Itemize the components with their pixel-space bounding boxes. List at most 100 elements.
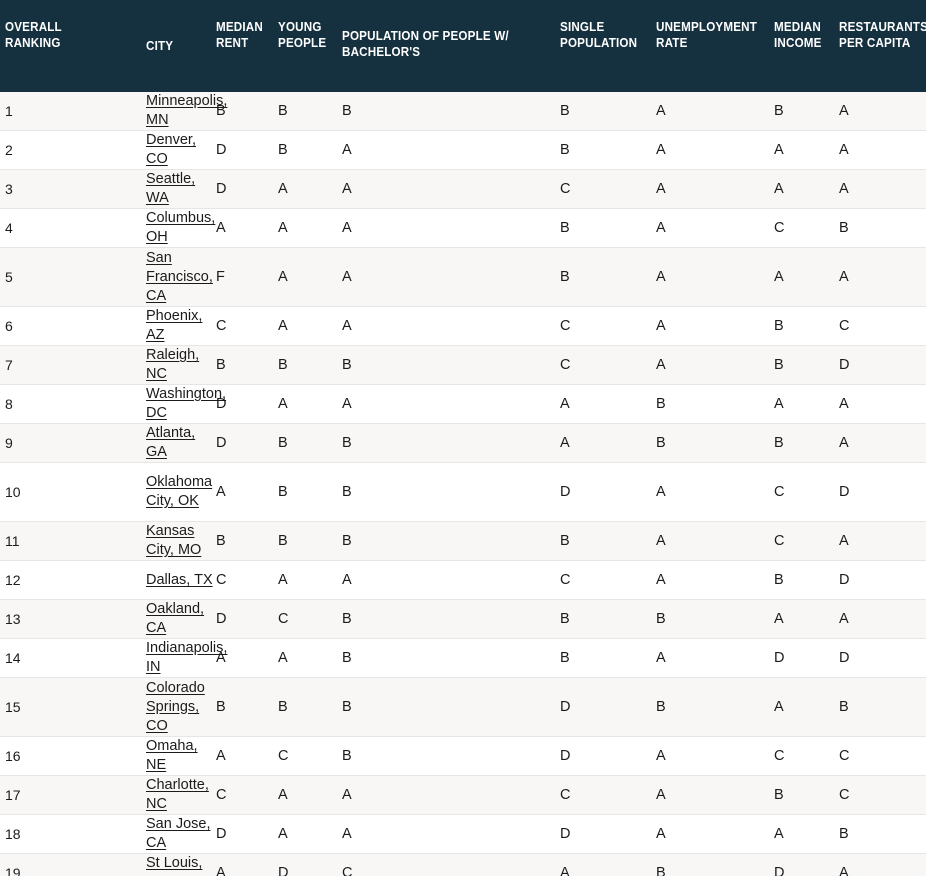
- cell-city: Raleigh, NC: [73, 346, 216, 385]
- cell-overall-ranking: 2: [5, 141, 13, 158]
- table-row[interactable]: 3 Seattle, WA D A A C A A A: [0, 169, 926, 209]
- cell-median-income: D: [774, 649, 785, 666]
- cell-unemployment-rate: A: [656, 219, 666, 236]
- cell-overall-ranking: 16: [5, 747, 21, 764]
- column-header-single-population-line2: POPULATION: [560, 36, 638, 50]
- cell-overall-ranking: 15: [5, 698, 21, 715]
- cell-overall-ranking: 3: [5, 180, 13, 197]
- city-link[interactable]: Oklahoma City, OK: [146, 474, 212, 509]
- cell-bachelors-population: A: [342, 395, 352, 412]
- cell-median-rent: A: [216, 747, 226, 764]
- table-header-row: OVERALL RANKING CITY MEDIAN RENT YOUNG P…: [0, 0, 926, 92]
- city-link[interactable]: Kansas City, MO: [146, 523, 201, 558]
- column-header-overall-ranking[interactable]: OVERALL RANKING: [0, 0, 73, 92]
- table-row[interactable]: 11 Kansas City, MO B B B B A C A: [0, 521, 926, 561]
- city-link[interactable]: Dallas, TX: [146, 572, 213, 588]
- column-header-single-population[interactable]: SINGLE POPULATION: [560, 0, 656, 92]
- cell-restaurants-per-capita: A: [839, 434, 849, 451]
- cell-unemployment-rate: A: [656, 747, 666, 764]
- cell-young-people: A: [278, 786, 288, 803]
- column-header-median-rent[interactable]: MEDIAN RENT: [216, 0, 278, 92]
- table-row[interactable]: 6 Phoenix, AZ C A A C A B C: [0, 306, 926, 346]
- cell-median-income: A: [774, 268, 784, 285]
- city-link[interactable]: Columbus, OH: [146, 210, 215, 245]
- cell-median-rent: A: [216, 483, 226, 500]
- cell-unemployment-rate: A: [656, 317, 666, 334]
- cell-median-rent: F: [216, 268, 225, 285]
- city-link[interactable]: Atlanta, GA: [146, 425, 195, 460]
- cell-young-people: A: [278, 571, 288, 588]
- table-row[interactable]: 9 Atlanta, GA D B B A B B A: [0, 423, 926, 463]
- table-row[interactable]: 19 St Louis, MO A D C A B D A: [0, 853, 926, 876]
- table-row[interactable]: 10 Oklahoma City, OK A B B D A C D: [0, 462, 926, 522]
- cell-single-population: C: [560, 356, 571, 373]
- cell-young-people: A: [278, 317, 288, 334]
- city-link[interactable]: St Louis, MO: [146, 855, 202, 876]
- column-header-median-rent-line2: RENT: [216, 36, 249, 50]
- column-header-restaurants-per-capita[interactable]: RESTAURANTS PER CAPITA: [839, 0, 926, 92]
- cell-restaurants-per-capita: A: [839, 102, 849, 119]
- cell-restaurants-per-capita: B: [839, 219, 849, 236]
- table-row[interactable]: 7 Raleigh, NC B B B C A B D: [0, 345, 926, 385]
- table-row[interactable]: 17 Charlotte, NC C A A C A B C: [0, 775, 926, 815]
- table-row[interactable]: 12 Dallas, TX C A A C A B D: [0, 560, 926, 600]
- table-row[interactable]: 5 San Francisco, CA F A A B A A A: [0, 247, 926, 307]
- cell-median-income: C: [774, 747, 785, 764]
- cell-overall-ranking: 5: [5, 268, 13, 285]
- table-row[interactable]: 14 Indianapolis, IN A A B B A D D: [0, 638, 926, 678]
- city-link[interactable]: San Jose, CA: [146, 816, 211, 851]
- column-header-median-income[interactable]: MEDIAN INCOME: [774, 0, 839, 92]
- city-link[interactable]: Phoenix, AZ: [146, 308, 202, 343]
- table-row[interactable]: 16 Omaha, NE A C B D A C C: [0, 736, 926, 776]
- city-link[interactable]: Denver, CO: [146, 132, 196, 167]
- city-link[interactable]: Oakland, CA: [146, 601, 204, 636]
- cell-unemployment-rate: A: [656, 825, 666, 842]
- cell-single-population: B: [560, 141, 570, 158]
- column-header-bachelors-population[interactable]: POPULATION OF PEOPLE W/ BACHELOR'S: [342, 0, 560, 92]
- cell-young-people: A: [278, 180, 288, 197]
- cell-bachelors-population: B: [342, 747, 352, 764]
- cell-city: Phoenix, AZ: [73, 307, 216, 346]
- table-row[interactable]: 8 Washington, DC D A A A B A A: [0, 384, 926, 424]
- cell-restaurants-per-capita: A: [839, 532, 849, 549]
- cell-single-population: A: [560, 864, 570, 876]
- cell-restaurants-per-capita: D: [839, 649, 850, 666]
- cell-city: San Francisco, CA: [73, 248, 216, 307]
- table-row[interactable]: 13 Oakland, CA D C B B B A A: [0, 599, 926, 639]
- cell-restaurants-per-capita: B: [839, 698, 849, 715]
- cell-bachelors-population: B: [342, 698, 352, 715]
- column-header-unemployment-rate[interactable]: UNEMPLOYMENT RATE: [656, 0, 774, 92]
- cell-unemployment-rate: A: [656, 141, 666, 158]
- cell-city: Seattle, WA: [73, 170, 216, 209]
- cell-median-income: B: [774, 102, 784, 119]
- cell-restaurants-per-capita: A: [839, 180, 849, 197]
- cell-city: Minneapolis, MN: [73, 92, 227, 131]
- city-link[interactable]: Seattle, WA: [146, 171, 195, 206]
- city-link[interactable]: Omaha, NE: [146, 738, 198, 773]
- table-row[interactable]: 2 Denver, CO D B A B A A A: [0, 130, 926, 170]
- cell-bachelors-population: B: [342, 102, 352, 119]
- cell-median-rent: A: [216, 864, 226, 876]
- cell-median-income: B: [774, 571, 784, 588]
- cell-median-income: A: [774, 180, 784, 197]
- city-link[interactable]: Charlotte, NC: [146, 777, 209, 812]
- column-header-city[interactable]: CITY: [73, 0, 216, 92]
- cell-bachelors-population: A: [342, 786, 352, 803]
- cell-single-population: C: [560, 571, 571, 588]
- table-row[interactable]: 4 Columbus, OH A A A B A C B: [0, 208, 926, 248]
- city-link[interactable]: San Francisco, CA: [146, 250, 213, 304]
- cell-median-rent: B: [216, 356, 226, 373]
- column-header-bachelors-population-text: POPULATION OF PEOPLE W/ BACHELOR'S: [342, 29, 509, 59]
- cell-young-people: A: [278, 268, 288, 285]
- cell-overall-ranking: 1: [5, 102, 13, 119]
- cell-bachelors-population: B: [342, 434, 352, 451]
- city-link[interactable]: Colorado Springs, CO: [146, 680, 205, 734]
- cell-median-rent: D: [216, 141, 227, 158]
- table-row[interactable]: 18 San Jose, CA D A A D A A B: [0, 814, 926, 854]
- column-header-young-people[interactable]: YOUNG PEOPLE: [278, 0, 342, 92]
- city-link[interactable]: Raleigh, NC: [146, 347, 199, 382]
- city-link[interactable]: Washington, DC: [146, 386, 226, 421]
- table-row[interactable]: 15 Colorado Springs, CO B B B D B A B: [0, 677, 926, 737]
- table-row[interactable]: 1 Minneapolis, MN B B B B A B A: [0, 92, 926, 131]
- cell-bachelors-population: A: [342, 571, 352, 588]
